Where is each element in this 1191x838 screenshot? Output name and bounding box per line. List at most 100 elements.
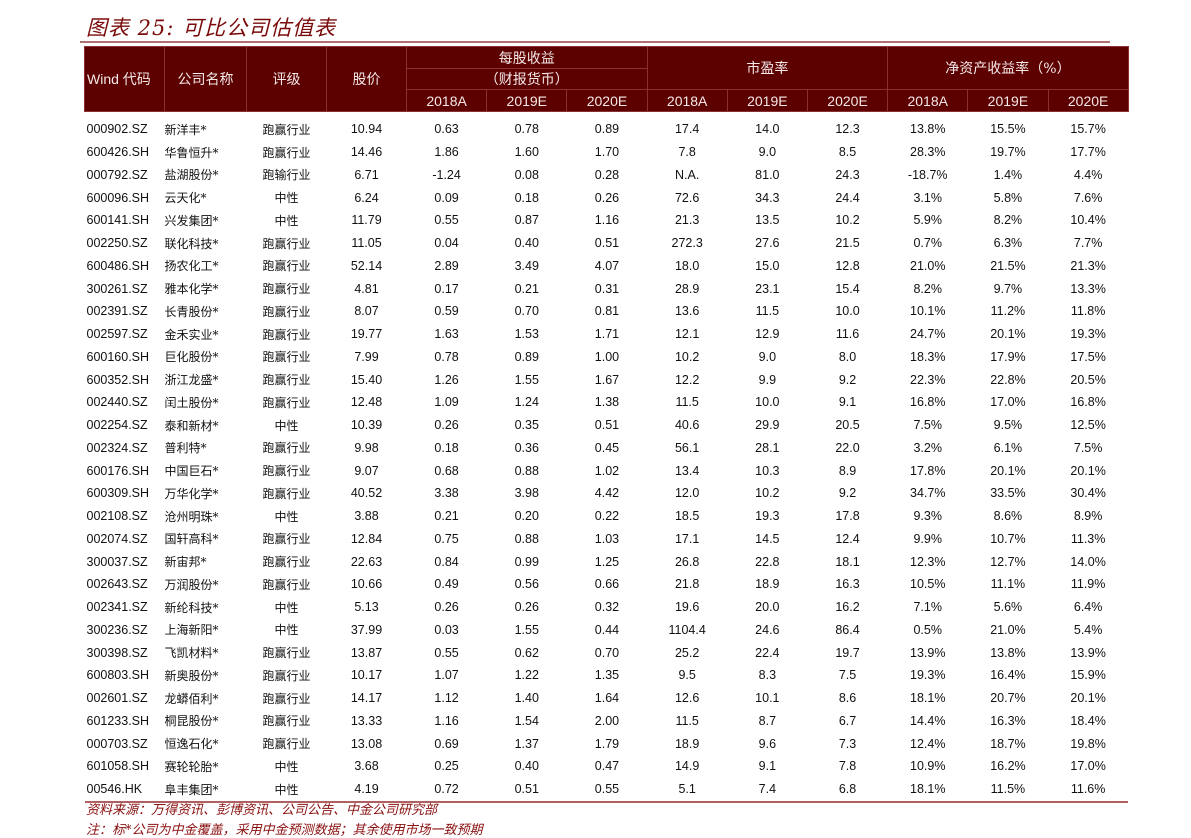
cell-roe-2020e: 19.3% [1070, 327, 1106, 342]
cell-eps-2019e: 1.37 [514, 736, 539, 751]
cell-pe-2018a: 11.5 [675, 713, 699, 728]
cell-eps-2020e: 1.25 [594, 554, 620, 569]
cell-pe-2019e: 10.2 [755, 486, 780, 501]
cell-roe-2018a: 13.8% [910, 122, 946, 137]
cell-roe-2018a: 12.4% [910, 736, 946, 751]
cell-pe-2018a: 7.8 [678, 145, 696, 160]
cell-price: 7.99 [354, 349, 379, 364]
cell-company-name: 新宙邦* [164, 555, 207, 570]
cell-pe-2018a: 19.6 [674, 600, 700, 615]
cell-company-name: 闰土股份* [164, 395, 219, 410]
cell-roe-2020e: 17.7% [1070, 145, 1106, 160]
cell-pe-2020e: 8.5 [838, 145, 857, 160]
figure-title: 图表 25: 可比公司估值表 [86, 16, 337, 40]
cell-roe-2020e: 11.6% [1048, 777, 1129, 803]
header-eps-currency: （财报货币） [406, 68, 648, 90]
valuation-table: Wind 代码 公司名称 评级 股价 每股收益 市盈率 净资产收益率（%） （财… [84, 46, 1129, 803]
footnote: 注：标*公司为中金覆盖，采用中金预测数据；其余使用市场一致预期 [86, 823, 483, 838]
cell-eps-2019e: 0.18 [514, 190, 539, 205]
cell-rating: 跑输行业 [262, 168, 311, 183]
header-eps-group: 每股收益 [406, 46, 648, 69]
cell-eps-2019e: 0.62 [514, 645, 539, 660]
cell-eps-2018a: 1.16 [434, 713, 459, 728]
cell-eps-2018a: 0.26 [434, 418, 459, 433]
cell-pe-2020e: 18.1 [835, 554, 860, 569]
header-pe-2019e: 2019E [726, 89, 808, 112]
cell-pe-2018a: 17.1 [674, 531, 700, 546]
cell-eps-2018a: 0.55 [434, 213, 459, 228]
cell-eps-2020e: 4.42 [594, 486, 620, 501]
cell-company-name: 普利特* [164, 441, 207, 456]
cell-wind-code: 002601.SZ [86, 691, 148, 706]
cell-price: 13.87 [350, 645, 383, 660]
cell-pe-2018a: N.A. [675, 167, 700, 182]
cell-roe-2020e: 6.4% [1073, 600, 1103, 615]
cell-eps-2020e: 0.47 [594, 759, 620, 774]
table-row: 600176.SH 中国巨石* 跑赢行业 9.07 0.68 0.88 1.02 13.4 10… [85, 459, 1129, 482]
cell-eps-2019e: 0.35 [514, 418, 539, 433]
cell-wind-code: 300037.SZ [86, 554, 148, 569]
cell-price: 13.33 [350, 713, 383, 728]
cell-eps-2018a: 0.55 [434, 645, 459, 660]
cell-roe-2019e: 11.2% [990, 304, 1026, 319]
cell-pe-2020e: 15.4 [835, 281, 860, 296]
cell-roe-2018a: 22.3% [910, 372, 946, 387]
cell-pe-2020e: 21.5 [835, 236, 860, 251]
table-row: 002597.SZ 金禾实业* 跑赢行业 19.77 1.63 1.53 1.71 12.1 1… [85, 323, 1129, 346]
table-row: 600096.SH 云天化* 中性 6.24 0.09 0.18 0.26 72.6 34.3 2… [85, 186, 1129, 209]
cell-wind-code: 002597.SZ [86, 327, 148, 342]
cell-roe-2019e: 10.7% [990, 531, 1026, 546]
cell-company-name: 联化科技* [164, 236, 219, 251]
cell-roe-2018a: 3.2% [913, 440, 942, 455]
cell-pe-2018a: 21.3 [674, 213, 700, 228]
cell-price: 3.88 [354, 509, 379, 524]
cell-company-name: 阜丰集团* [164, 777, 247, 803]
cell-rating: 跑赢行业 [262, 441, 311, 456]
cell-wind-code: 600160.SH [86, 349, 150, 364]
cell-eps-2020e: 0.70 [594, 645, 620, 660]
cell-eps-2020e: 0.28 [594, 167, 620, 182]
cell-roe-2018a: 10.1% [910, 304, 946, 319]
cell-rating: 中性 [274, 418, 299, 433]
cell-wind-code: 00546.HK [84, 777, 165, 803]
cell-eps-2018a: 0.26 [434, 600, 459, 615]
cell-eps-2018a: 0.78 [434, 349, 459, 364]
cell-roe-2018a: 10.5% [910, 577, 946, 592]
cell-eps-2020e: 0.32 [594, 600, 620, 615]
cell-pe-2020e: 20.5 [835, 418, 860, 433]
cell-pe-2020e: 8.6 [838, 691, 857, 706]
header-pe-group: 市盈率 [646, 46, 889, 90]
cell-rating: 跑赢行业 [262, 486, 311, 501]
cell-roe-2018a: 10.9% [910, 759, 946, 774]
cell-rating: 中性 [274, 623, 299, 638]
cell-roe-2018a: -18.7% [907, 167, 948, 182]
cell-company-name: 龙蟒佰利* [164, 691, 219, 706]
cell-eps-2018a: 1.12 [434, 691, 459, 706]
cell-wind-code: 600176.SH [86, 463, 150, 478]
cell-roe-2020e: 19.8% [1070, 736, 1106, 751]
cell-eps-2020e: 0.22 [594, 509, 620, 524]
cell-pe-2018a: 21.8 [674, 577, 700, 592]
cell-eps-2020e: 0.44 [594, 622, 620, 637]
cell-eps-2020e: 0.45 [594, 440, 620, 455]
cell-pe-2020e: 7.8 [838, 759, 857, 774]
cell-roe-2019e: 9.5% [993, 418, 1023, 433]
cell-price: 11.05 [351, 236, 382, 251]
cell-pe-2020e: 86.4 [835, 622, 860, 637]
cell-wind-code: 002341.SZ [86, 600, 148, 615]
header-pe-2018a: 2018A [646, 89, 728, 112]
cell-pe-2019e: 22.8 [755, 554, 780, 569]
cell-pe-2018a: 13.4 [674, 463, 700, 478]
cell-price: 6.71 [354, 167, 379, 182]
cell-eps-2020e: 0.66 [594, 577, 620, 592]
cell-pe-2020e: 12.3 [835, 122, 860, 137]
cell-company-name: 云天化* [164, 191, 207, 206]
cell-pe-2019e: 13.5 [755, 213, 780, 228]
cell-pe-2019e: 34.3 [755, 190, 780, 205]
cell-roe-2018a: 5.9% [913, 213, 942, 228]
cell-wind-code: 601058.SH [86, 759, 150, 774]
cell-roe-2020e: 11.8% [1070, 304, 1106, 319]
cell-wind-code: 002254.SZ [86, 418, 148, 433]
cell-eps-2018a: 1.07 [434, 668, 459, 683]
cell-pe-2020e: 11.6 [835, 327, 860, 342]
